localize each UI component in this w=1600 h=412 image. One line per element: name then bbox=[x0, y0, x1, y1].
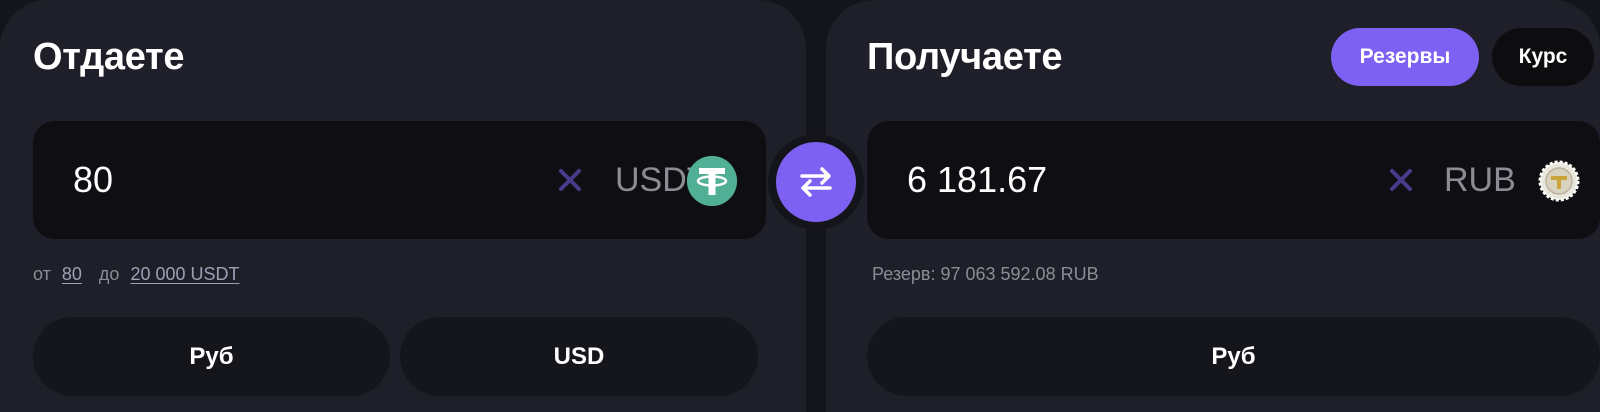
reserves-button[interactable]: Резервы bbox=[1331, 28, 1479, 86]
get-currency-code: RUB bbox=[1444, 161, 1516, 199]
swap-arrows-icon bbox=[800, 167, 832, 197]
rate-button[interactable]: Курс bbox=[1492, 28, 1594, 86]
give-title: Отдаете bbox=[33, 36, 185, 78]
get-rub-button[interactable]: Руб bbox=[867, 317, 1600, 396]
give-panel: Отдаете USDT от 80 до bbox=[0, 0, 806, 412]
clear-get-icon[interactable] bbox=[1379, 158, 1423, 202]
give-limits: от 80 до 20 000 USDT bbox=[33, 262, 240, 286]
swap-button[interactable] bbox=[776, 142, 856, 222]
give-rub-button[interactable]: Руб bbox=[33, 317, 390, 396]
min-amount-link[interactable]: 80 bbox=[62, 264, 82, 284]
give-amount-box: USDT bbox=[33, 121, 766, 239]
tether-icon bbox=[687, 156, 737, 206]
reserve-amount: Резерв: 97 063 592.08 RUB bbox=[872, 264, 1099, 284]
range-from-label: от bbox=[33, 264, 51, 284]
clear-give-icon[interactable] bbox=[548, 158, 592, 202]
get-amount-input[interactable] bbox=[907, 151, 1327, 209]
get-panel: Получаете Резервы Курс RUB bbox=[826, 0, 1600, 412]
get-amount-box: RUB bbox=[867, 121, 1600, 239]
get-title: Получаете bbox=[867, 36, 1063, 78]
tinkoff-bank-icon bbox=[1534, 156, 1584, 206]
give-amount-input[interactable] bbox=[73, 151, 493, 209]
exchange-form: Отдаете USDT от 80 до bbox=[0, 0, 1600, 412]
give-usd-button[interactable]: USD bbox=[400, 317, 758, 396]
range-to-label: до bbox=[98, 264, 120, 284]
max-amount-link[interactable]: 20 000 USDT bbox=[130, 264, 239, 284]
